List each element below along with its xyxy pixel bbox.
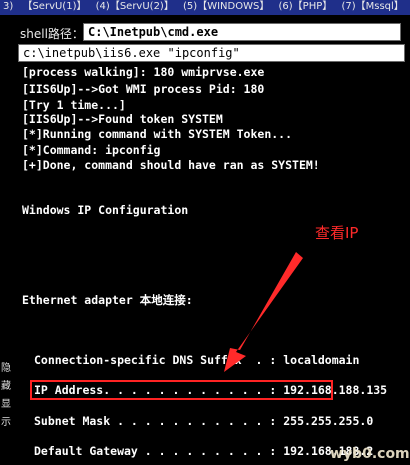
watermark: wyb0.com bbox=[330, 446, 410, 462]
annotation-arrow bbox=[224, 252, 303, 372]
